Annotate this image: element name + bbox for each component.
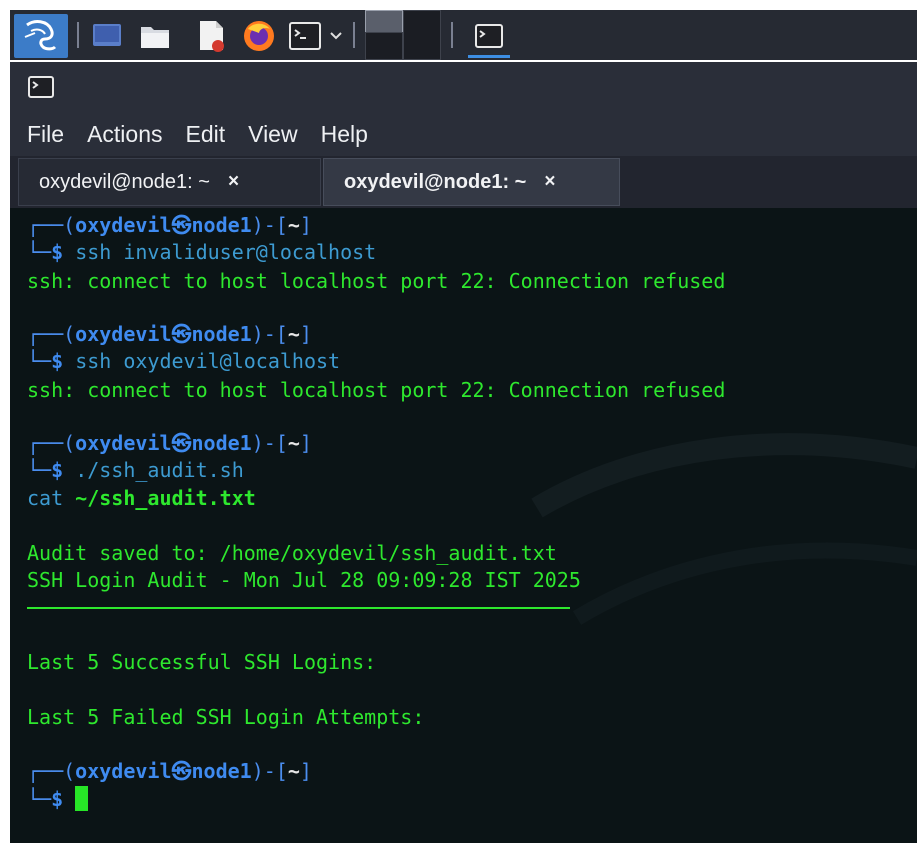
workspace-1[interactable] [365, 10, 403, 34]
successful-logins-heading: Last 5 Successful SSH Logins: [27, 650, 377, 674]
terminal-icon[interactable] [288, 20, 322, 52]
text-editor-icon[interactable] [194, 18, 230, 54]
text-cursor [75, 786, 89, 811]
command-line: └─$ ssh oxydevil@localhost [27, 349, 341, 373]
output-line: ssh: connect to host localhost port 22: … [27, 378, 726, 402]
active-command-line[interactable]: └─$ [27, 786, 89, 813]
menu-help[interactable]: Help [319, 117, 370, 152]
active-task-indicator [468, 55, 510, 58]
close-icon[interactable]: × [228, 171, 239, 193]
kali-menu-icon[interactable] [14, 14, 68, 58]
chevron-down-icon[interactable] [326, 24, 346, 48]
audit-saved-line: Audit saved to: /home/oxydevil/ssh_audit… [27, 541, 557, 565]
panel-separator [77, 22, 79, 48]
separator-rule [27, 607, 570, 609]
window-titlebar[interactable] [10, 62, 917, 112]
file-manager-icon[interactable] [138, 20, 172, 52]
tab-label: oxydevil@node1: ~ [39, 170, 210, 193]
failed-logins-heading: Last 5 Failed SSH Login Attempts: [27, 705, 425, 729]
terminal-task-icon[interactable] [470, 20, 508, 52]
close-icon[interactable]: × [544, 171, 555, 193]
panel-separator [353, 22, 355, 48]
menu-actions[interactable]: Actions [85, 117, 164, 152]
command-continuation: cat ~/ssh_audit.txt [27, 486, 256, 510]
prompt-line: ┌──(oxydevil㉿node1)-[~] [27, 322, 312, 346]
tab-label: oxydevil@node1: ~ [344, 170, 527, 193]
command-line: └─$ ./ssh_audit.sh [27, 458, 244, 482]
workspace-1-lower[interactable] [365, 32, 403, 60]
tab-1[interactable]: oxydevil@node1: ~ × [18, 158, 321, 206]
audit-header-line: SSH Login Audit - Mon Jul 28 09:09:28 IS… [27, 568, 581, 592]
terminal-output[interactable]: ┌──(oxydevil㉿node1)-[~] └─$ ssh invalidu… [10, 208, 917, 843]
kali-dragon-watermark [531, 433, 917, 625]
panel-separator [451, 22, 453, 48]
prompt-line: ┌──(oxydevil㉿node1)-[~] [27, 213, 312, 237]
menu-bar: File Actions Edit View Help [10, 112, 917, 156]
top-panel [10, 10, 917, 60]
terminal-window: File Actions Edit View Help oxydevil@nod… [10, 62, 917, 843]
tab-bar: oxydevil@node1: ~ × oxydevil@node1: ~ × [10, 156, 917, 208]
tab-2-active[interactable]: oxydevil@node1: ~ × [323, 158, 620, 206]
terminal-icon [28, 76, 54, 102]
menu-file[interactable]: File [25, 117, 66, 152]
command-line: └─$ ssh invaliduser@localhost [27, 240, 377, 264]
workspace-2[interactable] [403, 10, 441, 60]
prompt-line: ┌──(oxydevil㉿node1)-[~] [27, 431, 312, 455]
prompt-line: ┌──(oxydevil㉿node1)-[~] [27, 759, 312, 783]
menu-edit[interactable]: Edit [184, 117, 228, 152]
firefox-icon[interactable] [240, 18, 278, 54]
output-line: ssh: connect to host localhost port 22: … [27, 269, 726, 293]
menu-view[interactable]: View [246, 117, 299, 152]
desktop-icon[interactable] [90, 20, 124, 52]
